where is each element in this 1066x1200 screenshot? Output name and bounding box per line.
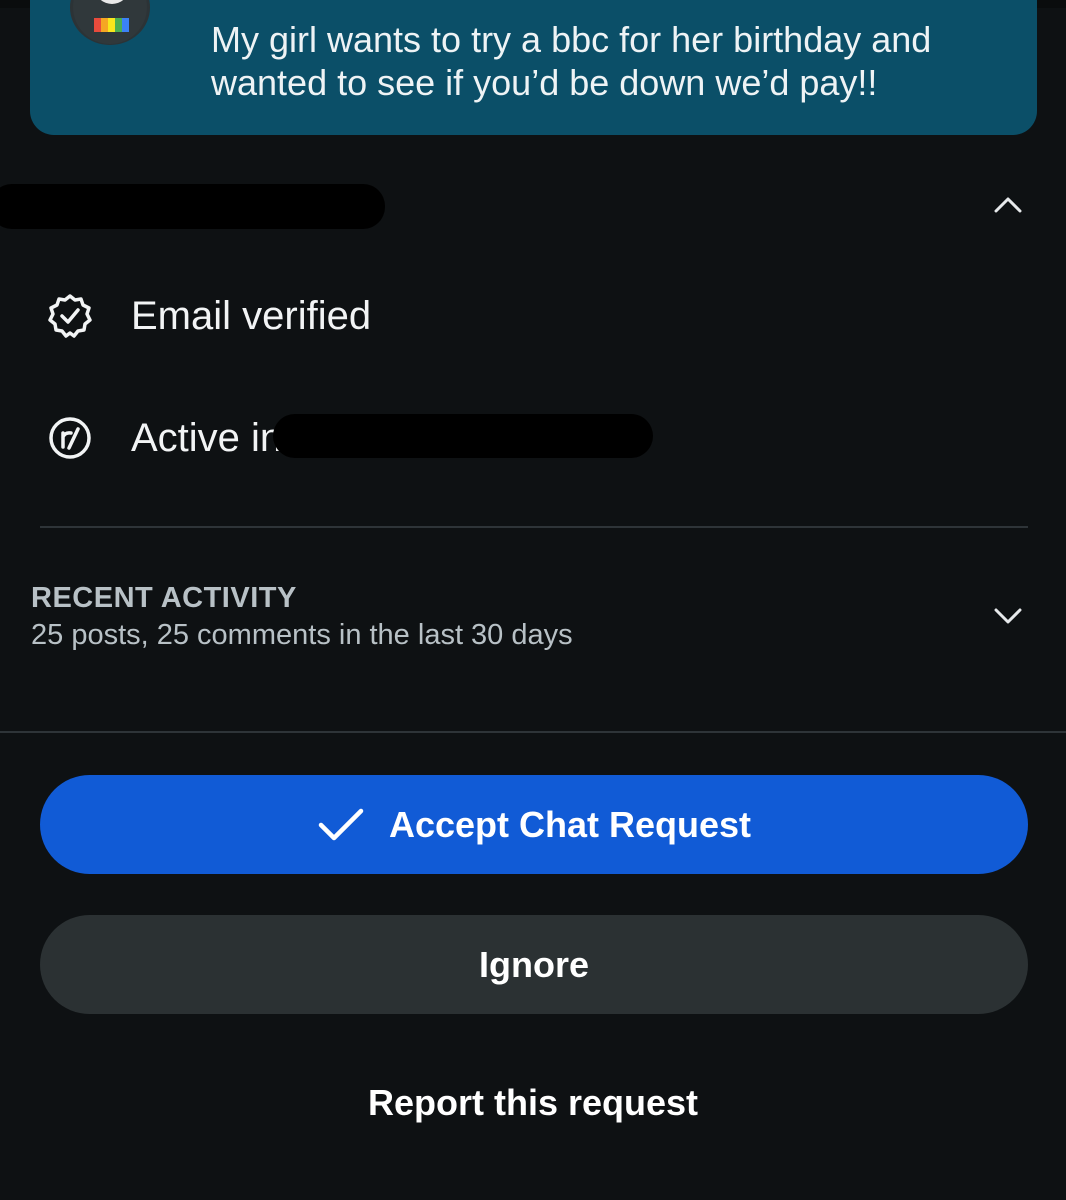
- verified-badge-icon: [48, 294, 92, 338]
- message-bubble: My girl wants to try a bbc for her birth…: [30, 0, 1037, 135]
- divider-top: [40, 526, 1028, 528]
- checkmark-icon: [318, 808, 364, 840]
- message-text: My girl wants to try a bbc for her birth…: [211, 19, 932, 103]
- divider-bottom: [0, 731, 1066, 733]
- chevron-up-icon[interactable]: [992, 195, 1024, 215]
- redacted-username: [0, 184, 385, 229]
- ignore-button[interactable]: Ignore: [40, 915, 1028, 1014]
- accept-button-label: Accept Chat Request: [388, 803, 752, 845]
- email-verified-label: Email verified: [131, 294, 372, 338]
- accept-chat-request-button[interactable]: Accept Chat Request: [40, 775, 1028, 874]
- subreddit-icon: [49, 417, 91, 459]
- report-request-link[interactable]: Report this request: [0, 1082, 1066, 1124]
- active-in-label: Active in: [131, 416, 283, 460]
- ignore-button-label: Ignore: [478, 943, 589, 985]
- recent-activity-summary: 25 posts, 25 comments in the last 30 day…: [31, 619, 573, 651]
- redacted-subreddit: [273, 414, 653, 458]
- chevron-down-icon[interactable]: [992, 606, 1024, 626]
- recent-activity-title: RECENT ACTIVITY: [31, 582, 297, 614]
